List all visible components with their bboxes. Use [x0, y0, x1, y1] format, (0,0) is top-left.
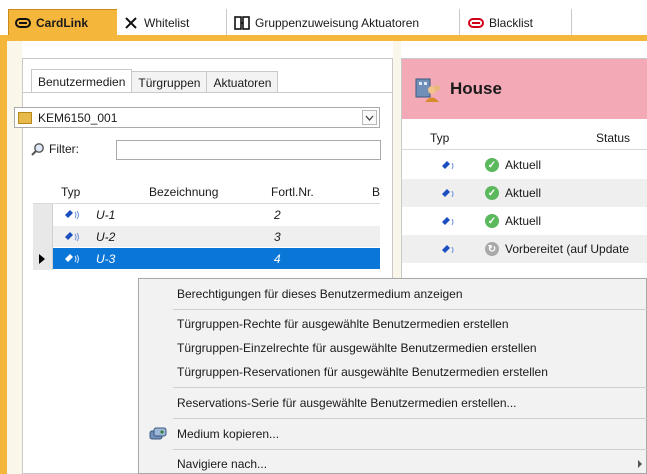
medium-icon — [63, 253, 81, 268]
filter-row: Filter: — [31, 137, 79, 161]
x-icon — [123, 16, 139, 30]
blacklist-icon — [468, 16, 484, 30]
subtab-tuergruppen[interactable]: Türgruppen — [131, 71, 208, 93]
menu-item-label: Türgruppen-Rechte für ausgewählte Benutz… — [177, 317, 509, 331]
filter-input[interactable] — [116, 140, 381, 160]
menu-item-label: Türgruppen-Einzelrechte für ausgewählte … — [177, 341, 537, 355]
menu-item-reservation-series[interactable]: Reservations-Serie für ausgewählte Benut… — [139, 391, 647, 415]
table-row[interactable]: U-2 3 — [33, 226, 380, 248]
menu-separator — [173, 449, 647, 450]
column-b[interactable]: B — [372, 185, 380, 199]
row-header[interactable] — [33, 248, 53, 270]
menu-item-create-group-rights[interactable]: Türgruppen-Rechte für ausgewählte Benutz… — [139, 312, 647, 336]
menu-item-create-reservations[interactable]: Türgruppen-Reservationen für ausgewählte… — [139, 360, 647, 384]
table-row[interactable]: U-1 2 — [33, 204, 380, 226]
menu-item-copy-medium[interactable]: Medium kopieren... — [139, 422, 647, 446]
tab-blacklist[interactable]: Blacklist — [462, 9, 572, 36]
menu-item-label: Berechtigungen für dieses Benutzermedium… — [177, 287, 463, 301]
table-row-selected[interactable]: U-3 4 — [33, 248, 380, 270]
row-header[interactable] — [33, 226, 53, 248]
row-name: U-3 — [96, 252, 116, 266]
check-circle-icon: ✓ — [485, 214, 499, 228]
tab-whitelist[interactable]: Whitelist — [117, 9, 227, 36]
menu-item-show-permissions[interactable]: Berechtigungen für dieses Benutzermedium… — [139, 282, 647, 306]
check-circle-icon: ✓ — [485, 158, 499, 172]
context-menu: Berechtigungen für dieses Benutzermedium… — [138, 278, 647, 474]
status-row[interactable]: ✓ Aktuell — [402, 151, 647, 179]
current-row-arrow-icon — [39, 254, 45, 264]
medium-icon — [63, 209, 81, 224]
tab-accent-bar — [0, 35, 647, 41]
menu-item-label: Reservations-Serie für ausgewählte Benut… — [177, 396, 517, 410]
tab-label: CardLink — [36, 16, 89, 30]
menu-item-label: Türgruppen-Reservationen für ausgewählte… — [177, 365, 548, 379]
menu-item-label: Medium kopieren... — [177, 427, 280, 441]
status-row[interactable]: ✓ Aktuell — [402, 207, 647, 235]
row-name: U-1 — [96, 208, 116, 222]
menu-separator — [173, 418, 647, 419]
row-name: U-2 — [96, 230, 116, 244]
status-text: Vorbereitet (auf Update — [505, 242, 630, 256]
device-icon — [18, 111, 32, 124]
house-users-icon — [414, 75, 442, 103]
tab-label: Gruppenzuweisung Aktuatoren — [255, 15, 420, 30]
media-subtabs: Benutzermedien Türgruppen Aktuatoren — [31, 69, 279, 93]
tab-cardlink[interactable]: CardLink — [8, 9, 123, 36]
menu-separator — [173, 387, 647, 388]
column-typ[interactable]: Typ — [430, 131, 449, 145]
status-row[interactable]: ✓ Aktuell — [402, 179, 647, 207]
media-grid-header: Typ Bezeichnung Fortl.Nr. B — [33, 178, 380, 204]
filter-label: Filter: — [49, 142, 79, 156]
status-row[interactable]: ↻ Vorbereitet (auf Update — [402, 235, 647, 263]
medium-icon — [440, 244, 458, 259]
row-number: 3 — [274, 230, 281, 244]
row-number: 4 — [274, 252, 281, 266]
row-number: 2 — [274, 208, 281, 222]
frame-accent-left — [0, 41, 7, 474]
menu-item-label: Navigiere nach... — [177, 457, 268, 471]
menu-item-create-single-rights[interactable]: Türgruppen-Einzelrechte für ausgewählte … — [139, 336, 647, 360]
device-select[interactable]: KEM6150_001 — [14, 107, 380, 128]
column-typ[interactable]: Typ — [61, 185, 80, 199]
status-text: Aktuell — [505, 158, 542, 172]
medium-icon — [440, 216, 458, 231]
house-header: House — [402, 59, 647, 119]
status-grid-header: Typ Status — [402, 124, 647, 150]
chevron-down-icon[interactable] — [362, 110, 377, 125]
device-select-value: KEM6150_001 — [38, 110, 118, 125]
copy-medium-icon — [149, 426, 167, 442]
cardlink-icon — [15, 16, 31, 30]
medium-icon — [440, 188, 458, 203]
menu-separator — [173, 309, 647, 310]
search-icon — [31, 142, 45, 156]
check-circle-icon: ✓ — [485, 186, 499, 200]
subtab-benutzermedien[interactable]: Benutzermedien — [31, 69, 133, 93]
column-bezeichnung[interactable]: Bezeichnung — [149, 185, 218, 199]
subtab-aktuatoren[interactable]: Aktuatoren — [206, 71, 279, 93]
house-title: House — [450, 79, 502, 98]
status-text: Aktuell — [505, 214, 542, 228]
column-fortl-nr[interactable]: Fortl.Nr. — [271, 185, 314, 199]
menu-item-navigate-to[interactable]: Navigiere nach... — [139, 452, 647, 474]
frame-background-left — [7, 41, 22, 474]
tab-label: Blacklist — [489, 15, 534, 30]
status-text: Aktuell — [505, 186, 542, 200]
column-status[interactable]: Status — [596, 131, 630, 145]
pending-update-icon: ↻ — [485, 242, 499, 256]
main-tabstrip: CardLink Whitelist Gruppenzuweisung Aktu… — [0, 0, 647, 36]
medium-icon — [440, 160, 458, 175]
medium-icon — [63, 231, 81, 246]
submenu-arrow-icon — [638, 460, 642, 468]
tab-gruppenzuweisung[interactable]: Gruppenzuweisung Aktuatoren — [228, 9, 460, 36]
row-header[interactable] — [33, 204, 53, 226]
tab-label: Whitelist — [144, 15, 190, 30]
media-grid: Typ Bezeichnung Fortl.Nr. B U-1 2 U-2 3 … — [33, 178, 380, 270]
group-actuator-icon — [234, 15, 250, 30]
subtab-divider — [23, 92, 392, 93]
